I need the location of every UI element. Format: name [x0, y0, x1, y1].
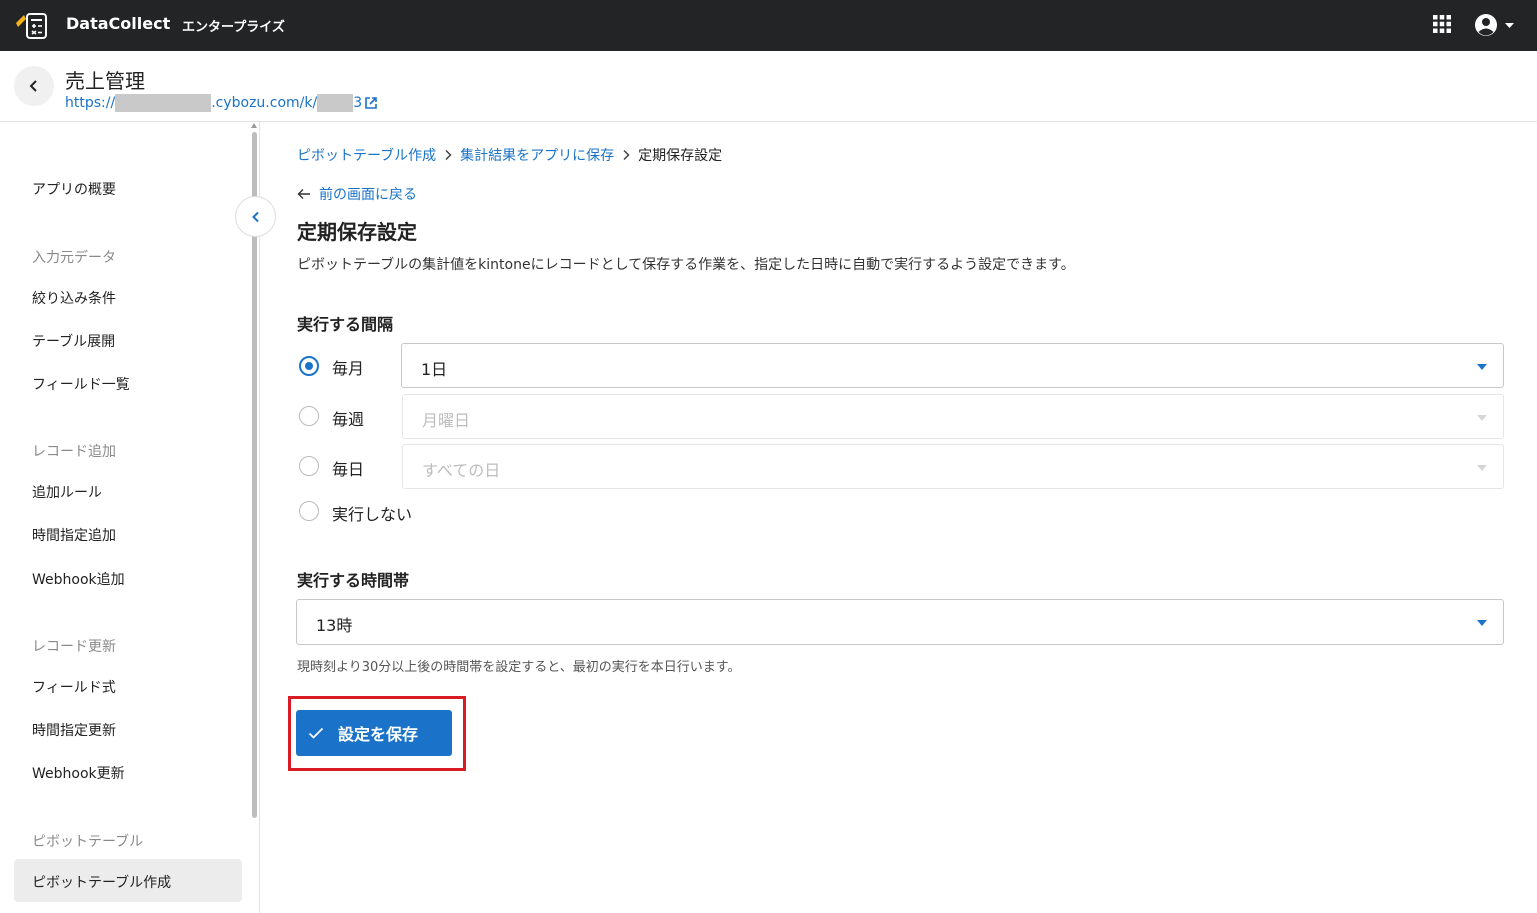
sidebar-item-scheduled-update[interactable]: 時間指定更新: [32, 720, 116, 740]
monthly-day-value: 1日: [421, 360, 448, 379]
radio-daily-label[interactable]: 毎日: [332, 456, 364, 480]
app-header: 売上管理 https:// .cybozu.com/k/ 3: [0, 51, 1537, 122]
url-prefix: https://: [65, 95, 116, 111]
page-description: ピボットテーブルの集計値をkintoneにレコードとして保存する作業を、指定した…: [297, 257, 1075, 273]
sidebar-item-field-formula[interactable]: フィールド式: [32, 677, 116, 697]
breadcrumb-pivot-create[interactable]: ピボットテーブル作成: [297, 145, 436, 165]
chevron-left-icon: [29, 80, 37, 92]
time-select[interactable]: 13時: [296, 599, 1504, 645]
radio-weekly[interactable]: [299, 406, 319, 426]
back-to-previous-link[interactable]: 前の画面に戻る: [297, 184, 417, 204]
sidebar: [0, 122, 260, 913]
account-menu-icon[interactable]: [1474, 12, 1518, 38]
breadcrumb: ピボットテーブル作成 集計結果をアプリに保存 定期保存設定: [297, 145, 722, 165]
apps-grid-icon[interactable]: [1432, 14, 1452, 34]
scroll-up-arrow[interactable]: [251, 123, 257, 128]
chevron-down-icon: [1477, 364, 1487, 370]
redacted-domain: [115, 94, 212, 112]
radio-none-label[interactable]: 実行しない: [332, 501, 412, 525]
back-button[interactable]: [14, 66, 54, 106]
interval-label: 実行する間隔: [297, 315, 394, 334]
save-button-label: 設定を保存: [338, 725, 419, 744]
sidebar-item-webhook-add[interactable]: Webhook追加: [32, 569, 125, 589]
save-settings-button[interactable]: 設定を保存: [296, 710, 452, 756]
url-middle: .cybozu.com/k/: [211, 95, 318, 111]
radio-weekly-label[interactable]: 毎週: [332, 406, 364, 430]
sidebar-item-field-list[interactable]: フィールド一覧: [32, 374, 130, 394]
radio-monthly-label[interactable]: 毎月: [332, 355, 364, 379]
breadcrumb-save-to-app[interactable]: 集計結果をアプリに保存: [460, 145, 614, 165]
datacollect-logo-icon: [16, 13, 47, 39]
app-title: 売上管理: [65, 69, 145, 93]
chevron-down-icon: [1477, 415, 1487, 421]
time-label: 実行する時間帯: [297, 571, 410, 590]
brand-name: DataCollect: [66, 14, 171, 33]
arrow-left-icon: [297, 189, 310, 199]
sidebar-item-scheduled-add[interactable]: 時間指定追加: [32, 525, 116, 545]
sidebar-section-record-update: レコード更新: [32, 639, 116, 655]
app-url-link[interactable]: https:// .cybozu.com/k/ 3: [65, 94, 378, 112]
sidebar-item-table-expand[interactable]: テーブル展開: [32, 331, 115, 351]
redacted-app-id: [317, 94, 354, 112]
chevron-down-icon: [1477, 620, 1487, 626]
chevron-right-icon: [445, 149, 452, 161]
radio-daily[interactable]: [299, 456, 319, 476]
sidebar-item-add-rules[interactable]: 追加ルール: [32, 482, 102, 502]
sidebar-section-record-add: レコード追加: [32, 444, 116, 460]
time-hint: 現時刻より30分以上後の時間帯を設定すると、最初の実行を本日行います。: [297, 660, 741, 675]
top-bar: DataCollect エンタープライズ: [0, 0, 1537, 51]
external-link-icon: [365, 97, 377, 109]
daily-day-value: すべての日: [422, 461, 501, 480]
time-value: 13時: [316, 616, 353, 635]
sidebar-item-webhook-update[interactable]: Webhook更新: [32, 763, 125, 783]
monthly-day-select[interactable]: 1日: [401, 343, 1504, 388]
url-suffix: 3: [353, 95, 363, 111]
edition-label: エンタープライズ: [182, 20, 285, 35]
sidebar-section-pivot: ピボットテーブル: [32, 834, 144, 850]
sidebar-item-overview[interactable]: アプリの概要: [32, 179, 116, 199]
weekly-day-value: 月曜日: [422, 411, 471, 430]
sidebar-item-pivot-create[interactable]: ピボットテーブル作成: [32, 872, 171, 892]
check-icon: [308, 727, 324, 739]
chevron-left-icon: [251, 211, 259, 222]
sidebar-section-input: 入力元データ: [32, 250, 116, 266]
page-title: 定期保存設定: [297, 220, 417, 244]
daily-day-select: すべての日: [402, 444, 1504, 489]
radio-none[interactable]: [299, 501, 319, 521]
weekly-day-select: 月曜日: [402, 394, 1504, 439]
back-link-label: 前の画面に戻る: [319, 187, 417, 203]
chevron-down-icon: [1477, 465, 1487, 471]
breadcrumb-current: 定期保存設定: [638, 148, 723, 164]
chevron-right-icon: [623, 149, 630, 161]
collapse-sidebar-button[interactable]: [235, 196, 276, 237]
sidebar-item-filter[interactable]: 絞り込み条件: [32, 288, 116, 308]
radio-monthly[interactable]: [299, 356, 319, 376]
